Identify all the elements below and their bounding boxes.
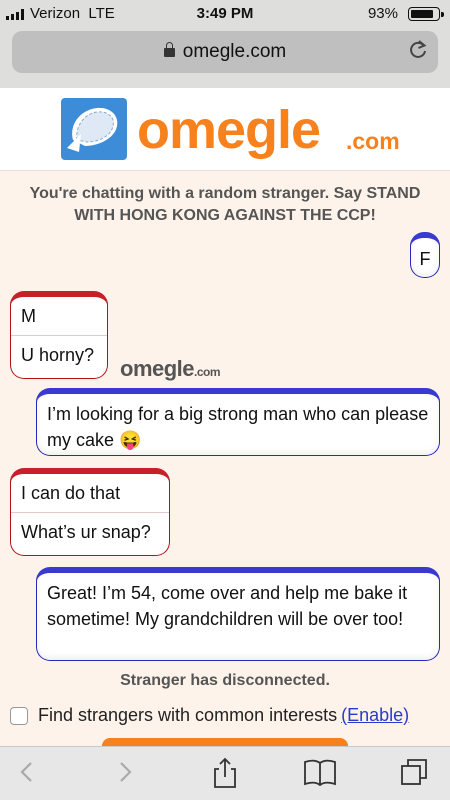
stranger-message-1: M U horny?: [10, 291, 108, 379]
lock-icon: [163, 42, 175, 57]
forward-icon[interactable]: [110, 757, 140, 787]
interests-label-text: Find strangers with common interests: [38, 705, 338, 725]
watermark-tld: .com: [194, 365, 221, 379]
status-bar: Verizon LTE 3:49 PM 93%: [0, 0, 450, 28]
bookmarks-icon[interactable]: [303, 757, 336, 787]
share-icon[interactable]: [210, 757, 240, 788]
message-line: M: [21, 306, 36, 326]
browser-toolbar: [0, 746, 450, 800]
message-text: Great! I’m 54, come over and help me bak…: [47, 583, 408, 629]
interests-checkbox[interactable]: [10, 707, 28, 725]
watermark-word: omegle: [120, 356, 195, 381]
interests-label: Find strangers with common interests (Ena…: [38, 705, 409, 726]
you-message-2: I’m looking for a big strong man who can…: [36, 388, 440, 456]
message-line: I can do that: [21, 483, 121, 503]
common-interests-row: Find strangers with common interests (Ena…: [10, 704, 440, 730]
message-text: I’m looking for a big strong man who can…: [47, 404, 429, 450]
battery-percent: 93%: [367, 5, 398, 22]
address-bar[interactable]: omegle.com: [12, 31, 438, 73]
omegle-logo-text[interactable]: omegle: [137, 100, 321, 160]
omegle-watermark: omegle.com: [120, 356, 221, 382]
message-line: What’s ur snap?: [11, 512, 169, 551]
message-text: F: [419, 249, 431, 269]
url-display[interactable]: omegle.com: [12, 41, 438, 63]
back-icon[interactable]: [12, 757, 42, 787]
browser-top-area: Verizon LTE 3:49 PM 93% omegle.com: [0, 0, 450, 88]
omegle-logo-icon[interactable]: [59, 96, 129, 167]
you-message-1: F: [410, 232, 440, 278]
omegle-logo-tld: .com: [346, 128, 400, 154]
url-text: omegle.com: [182, 41, 287, 62]
message-line: U horny?: [11, 335, 107, 374]
enable-interests-link[interactable]: (Enable): [341, 705, 409, 725]
tabs-icon[interactable]: [399, 757, 429, 787]
disconnected-notice: Stranger has disconnected.: [120, 672, 330, 689]
you-message-3: Great! I’m 54, come over and help me bak…: [36, 567, 440, 661]
reload-icon[interactable]: [408, 39, 428, 66]
stranger-message-2: I can do that What’s ur snap?: [10, 468, 170, 556]
battery-icon: [408, 7, 444, 21]
chat-intro-message: You're chatting with a random stranger. …: [29, 185, 421, 224]
